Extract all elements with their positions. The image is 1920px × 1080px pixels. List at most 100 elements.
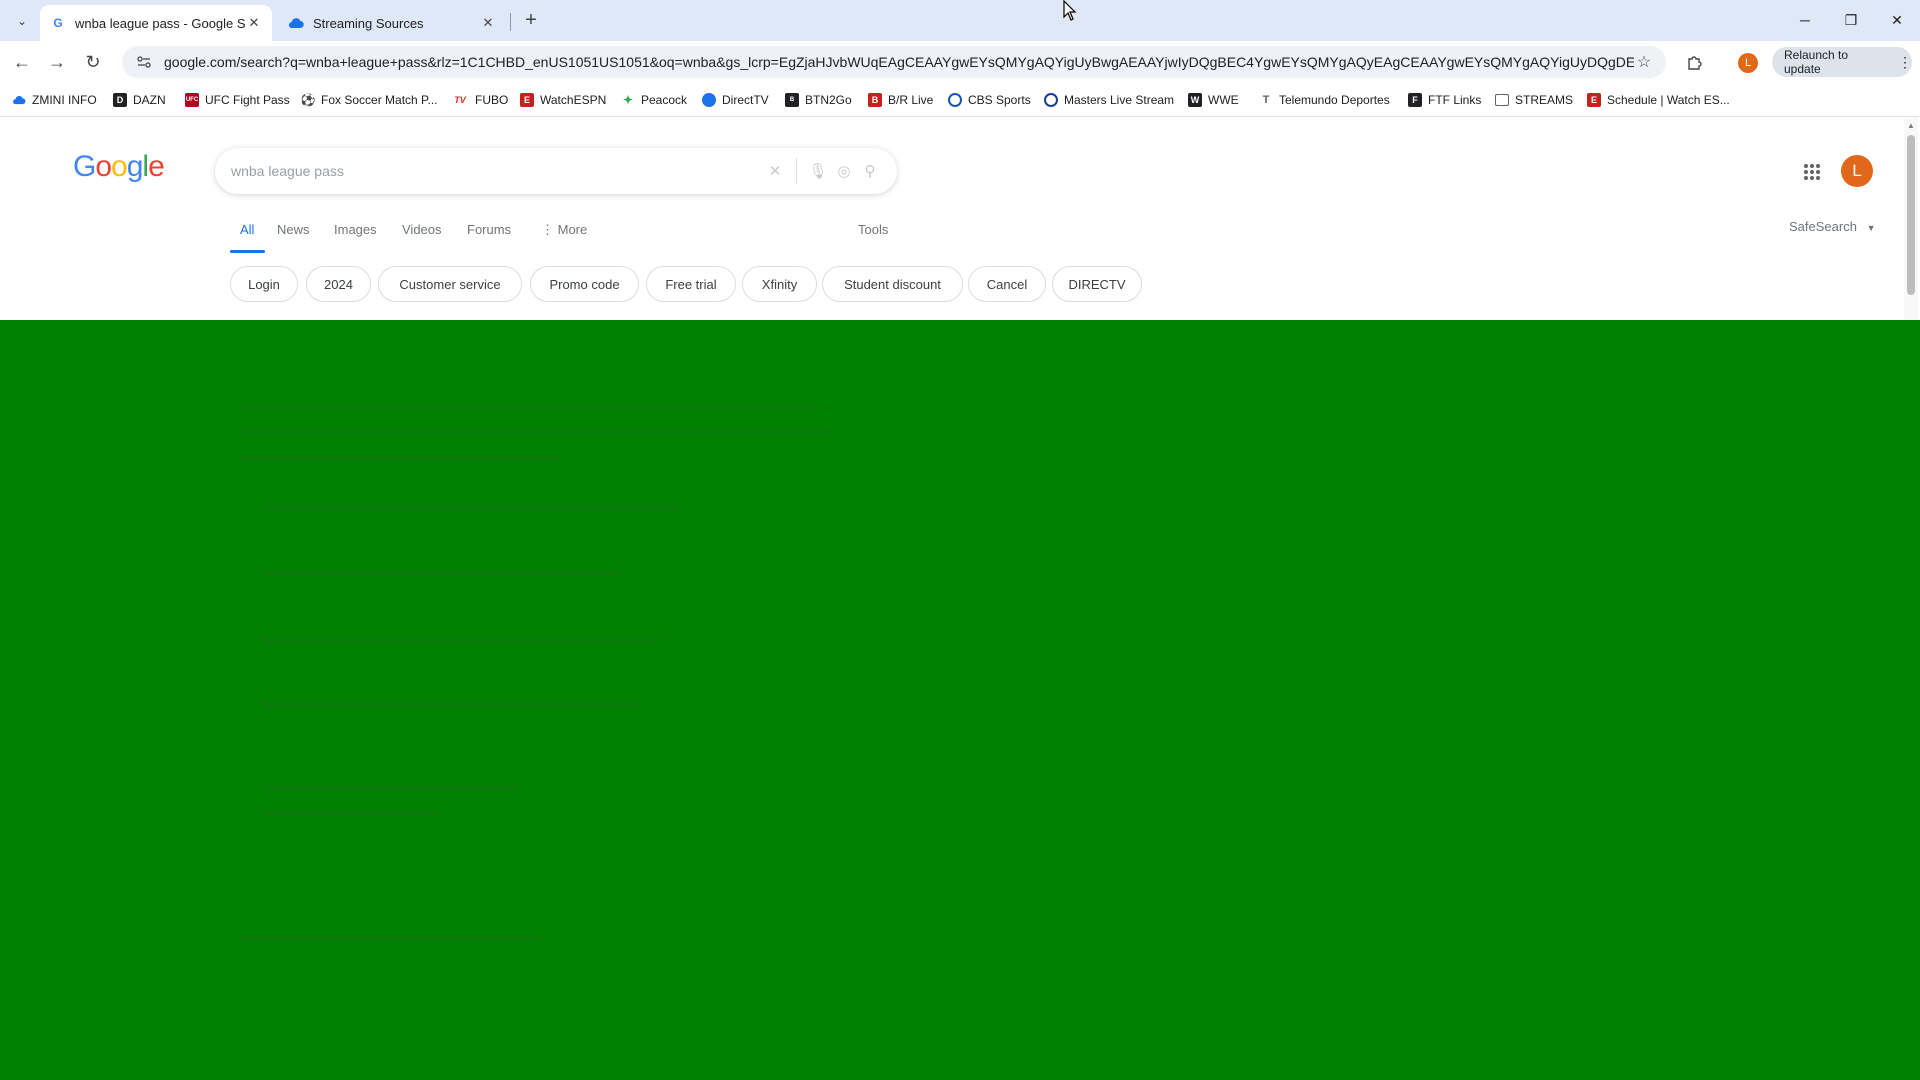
dazn-icon: D	[113, 92, 127, 107]
new-tab-button[interactable]: +	[520, 9, 542, 31]
browser-toolbar: ← → ↻ google.com/search?q=wnba+league+pa…	[0, 41, 1920, 83]
bookmark-cbs-sports[interactable]: CBS Sports	[948, 83, 1031, 116]
bookmark-fubo[interactable]: TV FUBO	[451, 83, 508, 116]
tab-forums[interactable]: Forums	[467, 222, 511, 237]
search-divider	[796, 158, 797, 184]
ghosted-results-area	[240, 320, 940, 1080]
tab-streaming-sources[interactable]: Streaming Sources ✕	[278, 5, 506, 41]
reload-icon[interactable]: ↻	[81, 50, 105, 74]
bookmark-masters-live-stream[interactable]: Masters Live Stream	[1044, 83, 1174, 116]
chip-login[interactable]: Login	[230, 266, 298, 302]
tab-images[interactable]: Images	[334, 222, 377, 237]
active-tab-indicator	[230, 250, 265, 253]
bookmark-label: UFC Fight Pass	[205, 92, 290, 107]
relaunch-to-update-button[interactable]: Relaunch to update ⋮	[1772, 47, 1912, 77]
back-arrow-icon[interactable]: ←	[10, 50, 34, 74]
bookmark-schedule-watch-espn[interactable]: E Schedule | Watch ES...	[1587, 83, 1730, 116]
green-render-overlay	[0, 320, 1920, 1080]
extensions-puzzle-icon[interactable]	[1683, 52, 1705, 74]
bookmark-directtv[interactable]: DirectTV	[702, 83, 769, 116]
chip-xfinity[interactable]: Xfinity	[742, 266, 817, 302]
tab-divider	[510, 13, 511, 31]
espn-icon: E	[520, 92, 534, 107]
bookmark-br-live[interactable]: B B/R Live	[868, 83, 933, 116]
bookmark-ufc-fight-pass[interactable]: UFC UFC Fight Pass	[185, 83, 290, 116]
chip-free-trial[interactable]: Free trial	[646, 266, 736, 302]
soccer-icon: ⚽	[300, 92, 316, 107]
close-tab-icon[interactable]: ✕	[480, 15, 496, 31]
safesearch-label: SafeSearch	[1789, 219, 1857, 234]
scroll-up-arrow-icon[interactable]: ▲	[1907, 121, 1915, 130]
bookmark-zmini-info[interactable]: ZMINI INFO	[12, 83, 97, 116]
minimize-button[interactable]: ─	[1782, 8, 1828, 32]
bookmark-label: WatchESPN	[540, 92, 607, 107]
bookmark-watchespn[interactable]: E WatchESPN	[520, 83, 606, 116]
bookmark-label: Peacock	[641, 92, 688, 107]
folder-icon	[1495, 93, 1509, 106]
microphone-icon[interactable]: 🎙	[805, 158, 831, 184]
tab-all[interactable]: All	[240, 222, 254, 237]
br-icon: B	[868, 92, 882, 107]
chip-customer-service[interactable]: Customer service	[378, 266, 522, 302]
page-scrollbar[interactable]: ▲	[1904, 117, 1918, 320]
wwe-icon: W	[1188, 92, 1202, 107]
relaunch-label: Relaunch to update	[1784, 48, 1849, 76]
account-avatar[interactable]: L	[1841, 155, 1873, 187]
chip-directv[interactable]: DIRECTV	[1052, 266, 1142, 302]
chip-cancel[interactable]: Cancel	[968, 266, 1046, 302]
tab-news[interactable]: News	[277, 222, 310, 237]
more-vert-icon: ⋮	[1898, 53, 1912, 70]
masters-icon	[1044, 92, 1058, 107]
forward-arrow-icon[interactable]: →	[45, 50, 69, 74]
bookmark-label: Fox Soccer Match P...	[321, 92, 438, 107]
bookmark-peacock[interactable]: ✦ Peacock	[621, 83, 687, 116]
chip-promo-code[interactable]: Promo code	[530, 266, 639, 302]
bookmark-telemundo-deportes[interactable]: T Telemundo Deportes	[1259, 83, 1390, 116]
site-settings-icon[interactable]	[134, 52, 154, 72]
bookmark-fox-soccer[interactable]: ⚽ Fox Soccer Match P...	[301, 83, 438, 116]
tools-button[interactable]: Tools	[858, 222, 888, 237]
bookmark-label: FUBO	[475, 92, 509, 107]
tab-search-chevron-icon[interactable]: ⌄	[10, 10, 34, 32]
tab-videos[interactable]: Videos	[402, 222, 442, 237]
bookmark-star-icon[interactable]: ☆	[1634, 52, 1654, 72]
lens-camera-icon[interactable]: ◎	[831, 158, 857, 184]
search-icon[interactable]: ⚲	[857, 158, 883, 184]
address-bar[interactable]: google.com/search?q=wnba+league+pass&rlz…	[122, 46, 1666, 78]
chip-2024[interactable]: 2024	[306, 266, 371, 302]
safesearch-button[interactable]: SafeSearch ▼	[1789, 219, 1875, 234]
globe-icon	[702, 92, 716, 107]
bookmark-ftf-links[interactable]: F FTF Links	[1408, 83, 1481, 116]
bookmark-streams-folder[interactable]: STREAMS	[1495, 83, 1573, 116]
search-box[interactable]: ✕ 🎙 ◎ ⚲	[215, 148, 897, 194]
bookmark-label: DirectTV	[722, 92, 769, 107]
bookmark-btn2go[interactable]: B BTN2Go	[785, 83, 852, 116]
bookmark-wwe[interactable]: W WWE	[1188, 83, 1239, 116]
ufc-icon: UFC	[185, 92, 199, 107]
close-tab-icon[interactable]: ✕	[246, 15, 262, 31]
google-apps-grid-icon[interactable]	[1800, 160, 1824, 184]
bookmark-label: Schedule | Watch ES...	[1607, 92, 1730, 107]
bookmark-label: WWE	[1208, 92, 1239, 107]
bookmark-label: Masters Live Stream	[1064, 92, 1175, 107]
tab-more[interactable]: ⋮ More	[541, 222, 587, 238]
tab-google-search[interactable]: G wnba league pass - Google Se ✕	[40, 5, 272, 41]
chip-student-discount[interactable]: Student discount	[822, 266, 963, 302]
bookmark-dazn[interactable]: D DAZN	[113, 83, 166, 116]
clear-search-icon[interactable]: ✕	[762, 158, 788, 184]
tab-strip: ⌄ G wnba league pass - Google Se ✕ Strea…	[0, 0, 1920, 41]
cbs-icon	[948, 92, 962, 107]
profile-avatar-small[interactable]: L	[1738, 53, 1758, 73]
restore-button[interactable]: ❐	[1828, 8, 1874, 32]
google-logo[interactable]: Google	[73, 150, 165, 184]
bookmarks-bar: ZMINI INFO D DAZN UFC UFC Fight Pass ⚽ F…	[0, 83, 1920, 117]
bookmark-label: DAZN	[133, 92, 166, 107]
peacock-icon: ✦	[622, 92, 634, 107]
close-window-button[interactable]: ✕	[1874, 8, 1920, 32]
bookmark-label: B/R Live	[888, 92, 934, 107]
scroll-thumb[interactable]	[1907, 135, 1915, 295]
bookmark-label: STREAMS	[1515, 92, 1574, 107]
bookmark-label: ZMINI INFO	[32, 92, 97, 107]
espn-icon: E	[1587, 92, 1601, 107]
search-input[interactable]	[229, 162, 762, 180]
